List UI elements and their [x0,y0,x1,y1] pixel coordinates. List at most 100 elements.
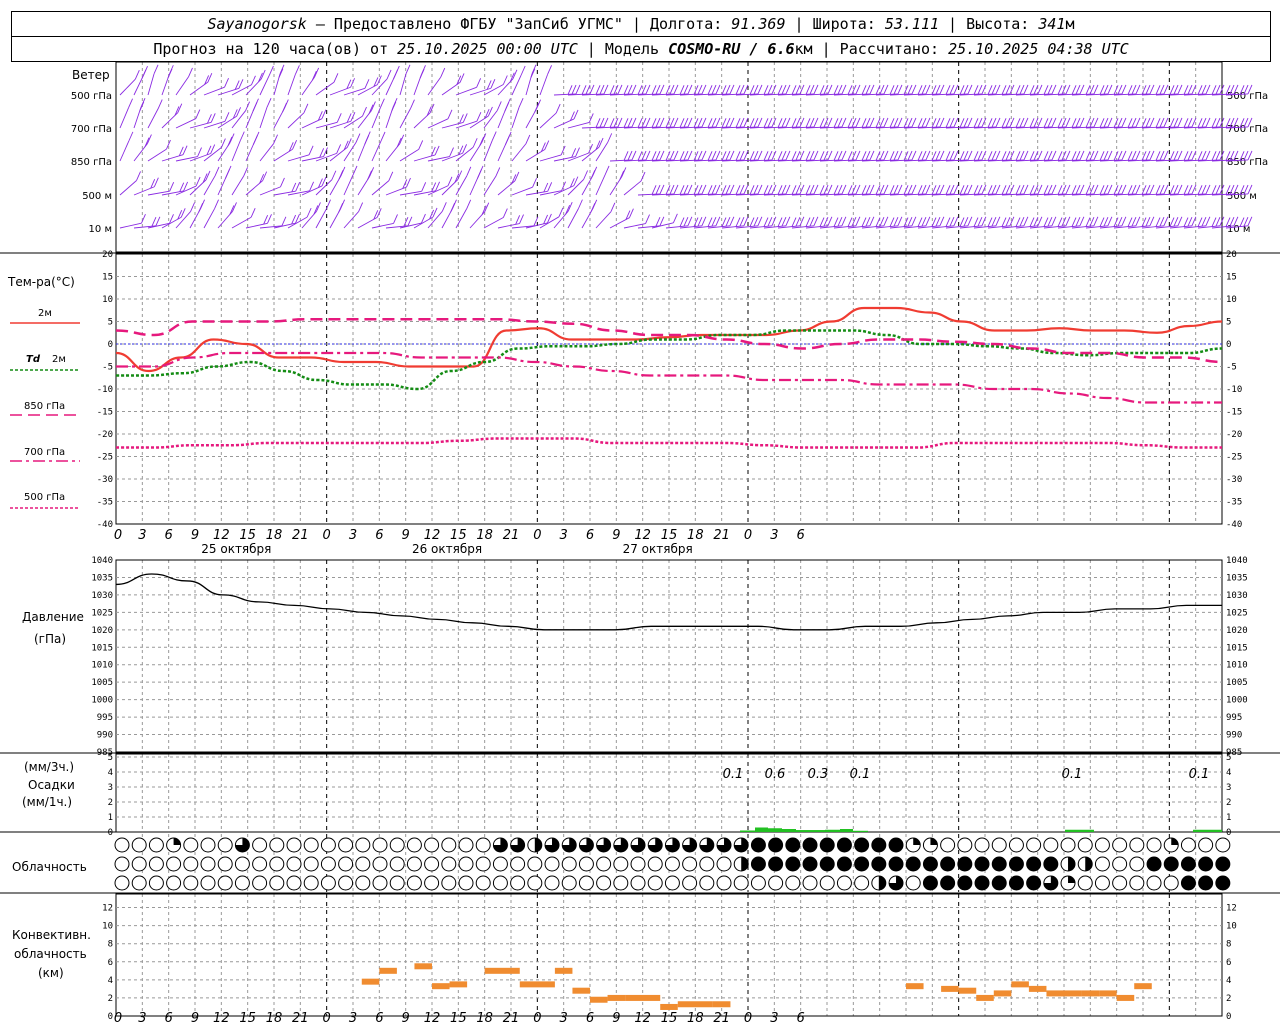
wind-barb-flag [847,185,853,195]
wind-barb-flag [1037,150,1043,161]
wind-barb-flag [813,216,819,226]
cloud-cover-symbol [148,856,164,872]
wind-barb-flag [1159,84,1165,95]
wind-barb-flag [1177,84,1183,95]
wind-barb-flag [1135,84,1141,95]
wind-barb-flag [1065,216,1071,226]
pressure-ytick-left: 1025 [91,608,113,618]
wind-barb-flag [1085,217,1091,227]
wind-barb-flag [819,151,825,161]
x-tick-label-bottom: 12 [213,1011,230,1024]
pressure-ytick-left: 1040 [91,556,113,566]
wind-barb-flag [869,216,875,226]
wind-barb-flag [295,182,301,192]
wind-barb-flag [893,117,899,128]
precip-bar [755,827,768,832]
cloud-cover-symbol [441,856,457,872]
cloud-cover-symbol [905,856,921,872]
cloud-cover-symbol [510,875,526,891]
cloud-cover-symbol [836,837,852,853]
conv-ytick-left: 6 [108,958,113,968]
x-tick-label-bottom: 15 [450,1011,467,1024]
wind-barb-flag [1117,184,1123,195]
wind-barb-flag [1135,184,1141,195]
pressure-ytick-right: 1030 [1226,591,1248,601]
wind-barb-flag [785,216,791,226]
temp-ytick-right: -15 [1226,408,1242,418]
cloud-cover-symbol [871,856,887,872]
wind-barb-flag [991,150,997,161]
conv-cloud-bar [1046,990,1064,997]
conv-cloud-bar [1011,981,1029,988]
wind-level-left: 10 м [89,224,112,235]
wind-barb-flag [623,85,629,95]
wind-barb-flag [571,84,577,95]
precip-value-label: 0.1 [723,767,744,782]
wind-barb-shaft [595,211,612,229]
x-tick-label: 3 [138,528,146,543]
wind-barb-flag [1149,216,1155,226]
wind-barb-flag [1205,117,1211,128]
wind-barb-flag [1029,185,1035,195]
wind-barb-flag [847,85,853,95]
cloud-cover-symbol [475,875,491,891]
wind-barb-flag [1159,117,1165,128]
wind-barb-shaft [511,186,533,196]
cloud-cover-symbol [1129,875,1145,891]
precip-bar [825,829,840,832]
wind-barb-flag [1187,217,1193,227]
conv-ytick-right: 4 [1226,976,1231,986]
cloud-cover-symbol [234,875,250,891]
cloud-cover-symbol [1215,856,1231,872]
cloud-cover-symbol [458,837,474,853]
cloud-cover-symbol [1215,837,1231,853]
x-tick-label: 12 [424,528,441,543]
wind-barb-flag [1201,150,1207,161]
wind-barb-flag [673,84,679,95]
wind-barb-flag [827,216,833,226]
wind-barb-flag [627,117,633,128]
cloud-cover-symbol [957,875,973,891]
cloud-cover-symbol [1094,875,1110,891]
wind-barb-flag [785,184,791,195]
wind-barb-flag [1001,151,1007,161]
wind-barb-flag [697,184,703,195]
wind-barb-flag [707,185,713,195]
wind-barb-flag [917,85,923,95]
wind-barb-flag [1205,84,1211,95]
wind-barb-flag [767,217,773,227]
wind-barb-flag [819,217,825,227]
cloud-cover-fill [913,838,921,845]
wind-barb-flag [893,184,899,195]
wind-barb-flag [1103,84,1109,95]
wind-barb-flag [1001,85,1007,95]
wind-barb-flag [921,117,927,128]
wind-barb-flag [1201,184,1207,195]
wind-barb-flag [623,151,629,161]
wind-barb-flag [883,84,889,95]
legend-500-label: 500 гПа [24,492,65,503]
wind-barb-flag [1015,85,1021,95]
wind-barb-flag [338,170,344,180]
temp-ytick-left: 5 [108,318,113,328]
wind-barb-shaft [119,107,129,129]
wind-barb-flag [883,216,889,226]
wind-barb-shaft [133,186,155,196]
cloud-cover-symbol [940,856,956,872]
wind-barb-flag [851,184,857,195]
wind-barb-shaft [455,175,468,196]
wind-barb-flag [583,170,589,180]
wind-barb-flag [757,150,763,161]
wind-barb-flag [701,184,707,195]
wind-barb-flag [753,84,759,95]
wind-barb-flag [350,78,355,88]
conv-ytick-left: 0 [108,1012,113,1022]
wind-barb-flag [645,84,651,95]
wind-barb-flag [573,176,579,186]
temp-ytick-right: -10 [1226,385,1242,395]
wind-barb-flag [1121,84,1127,95]
wind-barb-flag [505,135,510,145]
wind-barb-flag [1093,117,1099,128]
cloud-cover-symbol [578,875,594,891]
x-tick-label-bottom: 9 [402,1011,410,1024]
